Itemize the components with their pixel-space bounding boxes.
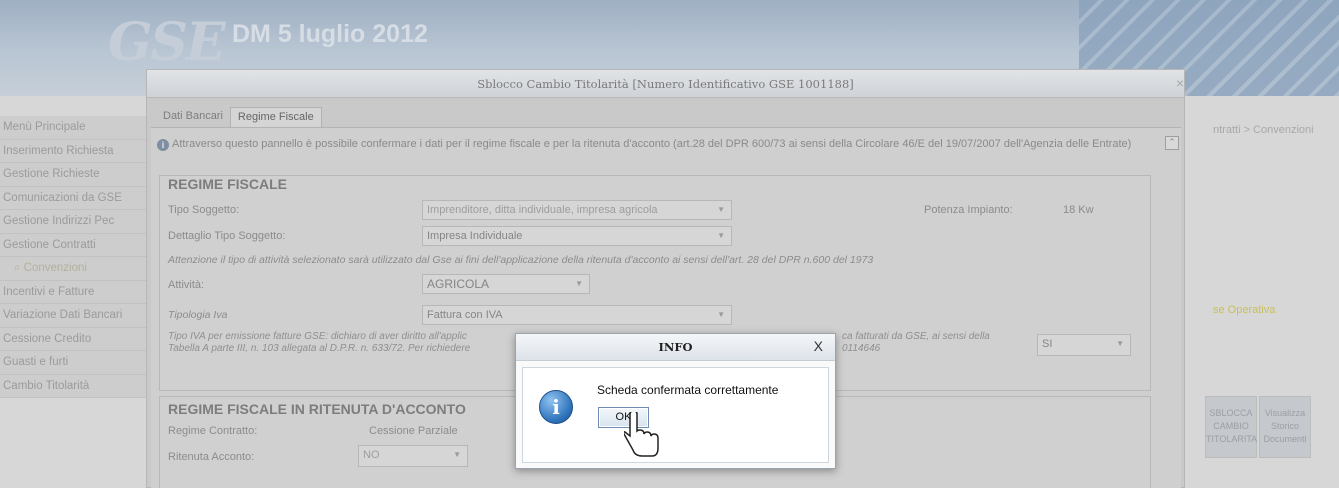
sidebar-item-cambio-titolarita[interactable]: Cambio Titolarità: [0, 374, 148, 398]
search-icon: ⌕: [14, 262, 24, 274]
action-buttons: SBLOCCA CAMBIO TITOLARITA Visualizza Sto…: [1205, 396, 1311, 458]
modal-message: Scheda confermata correttamente: [597, 383, 779, 397]
sidebar-item-gestione-contratti[interactable]: Gestione Contratti: [0, 233, 148, 257]
note-line: 0114646: [842, 343, 881, 354]
attenzione-note: Attenzione il tipo di attività seleziona…: [168, 254, 874, 266]
potenza-label: Potenza Impianto:: [924, 204, 1013, 216]
info-icon: i: [157, 139, 169, 151]
sidebar-item-incentivi[interactable]: Incentivi e Fatture: [0, 280, 148, 304]
potenza-value: 18 Kw: [1063, 204, 1094, 216]
chevron-down-icon: ▼: [717, 205, 725, 214]
info-message: i Attraverso questo pannello è possibile …: [157, 135, 1157, 153]
sidebar-item-gestione-richieste[interactable]: Gestione Richieste: [0, 163, 148, 187]
gse-logo: GSE: [108, 12, 226, 73]
tipo-iva-note: Tipo IVA per emissione fatture GSE: dich…: [168, 331, 518, 355]
attivita-label: Attività:: [168, 279, 205, 291]
sidebar-item-convenzioni[interactable]: ⌕ Convenzioni: [0, 257, 148, 281]
sidebar-item-indirizzi-pec[interactable]: Gestione Indirizzi Pec: [0, 210, 148, 234]
chevron-down-icon: ▼: [717, 231, 725, 240]
ritenuta-select[interactable]: NO ▼: [358, 445, 468, 467]
chevron-down-icon: ▼: [575, 279, 583, 288]
tab-regime-fiscale[interactable]: Regime Fiscale: [229, 107, 322, 127]
modal-body: i Scheda confermata correttamente OK: [522, 367, 829, 463]
note-line: Tabella A parte III, n. 103 allegata al …: [168, 343, 471, 354]
section-title: REGIME FISCALE IN RITENUTA D'ACCONTO: [168, 401, 466, 417]
info-modal: INFO X i Scheda confermata correttamente…: [515, 333, 836, 469]
sidebar-item-guasti[interactable]: Guasti e furti: [0, 351, 148, 375]
breadcrumb[interactable]: ntratti > Convenzioni: [1213, 124, 1314, 136]
tab-dati-bancari[interactable]: Dati Bancari: [156, 107, 230, 127]
info-icon: i: [539, 390, 573, 424]
sblocca-cambio-titolarita-button[interactable]: SBLOCCA CAMBIO TITOLARITA: [1205, 396, 1257, 458]
tipo-soggetto-label: Tipo Soggetto:: [168, 204, 240, 216]
right-area: ntratti > Convenzioni se Operativa SBLOC…: [1185, 96, 1339, 488]
close-icon[interactable]: ×: [1176, 75, 1184, 91]
select-value: Imprenditore, ditta individuale, impresa…: [427, 204, 658, 216]
modal-title: INFO: [516, 334, 835, 361]
sidebar-item-menu-principale[interactable]: Menù Principale: [0, 116, 148, 140]
tab-bar: Dati Bancari Regime Fiscale: [156, 107, 322, 127]
sidebar-item-inserimento-richiesta[interactable]: Inserimento Richiesta: [0, 139, 148, 163]
section-title: REGIME FISCALE: [168, 176, 288, 192]
tipologia-iva-label: Tipologia Iva: [168, 309, 228, 321]
dettaglio-label: Dettaglio Tipo Soggetto:: [168, 230, 286, 242]
chevron-down-icon: ▼: [453, 450, 461, 459]
info-text: Attraverso questo pannello è possibile c…: [172, 138, 1132, 150]
tipo-soggetto-select[interactable]: Imprenditore, ditta individuale, impresa…: [422, 200, 732, 220]
tipo-iva-note-right: ca fatturati da GSE, ai sensi della 0114…: [842, 331, 1042, 355]
sidebar-item-comunicazioni[interactable]: Comunicazioni da GSE: [0, 186, 148, 210]
regime-contratto-value: Cessione Parziale: [369, 425, 458, 437]
chevron-down-icon: ▼: [717, 310, 725, 319]
sidebar: Menù Principale Inserimento Richiesta Ge…: [0, 116, 148, 398]
select-value: NO: [363, 449, 380, 461]
chevron-down-icon: ▼: [1116, 339, 1124, 348]
regime-contratto-label: Regime Contratto:: [168, 425, 258, 437]
app-title: DM 5 luglio 2012: [232, 20, 428, 48]
ritenuta-label: Ritenuta Acconto:: [168, 451, 255, 463]
sidebar-item-dati-bancari[interactable]: Variazione Dati Bancari: [0, 304, 148, 328]
select-value: AGRICOLA: [427, 277, 490, 291]
si-select[interactable]: SI ▼: [1037, 334, 1131, 356]
dialog-title: Sblocco Cambio Titolarità [Numero Identi…: [147, 70, 1184, 98]
sidebar-item-cessione-credito[interactable]: Cessione Credito: [0, 327, 148, 351]
close-icon[interactable]: X: [814, 338, 823, 354]
mouse-cursor-icon: [624, 412, 659, 457]
sede-operativa-label: se Operativa: [1213, 304, 1276, 316]
note-line: ca fatturati da GSE, ai sensi della: [842, 331, 990, 342]
dettaglio-select[interactable]: Impresa Individuale ▼: [422, 226, 732, 246]
visualizza-storico-button[interactable]: Visualizza Storico Documenti: [1259, 396, 1311, 458]
collapse-icon[interactable]: ⌃: [1165, 136, 1179, 150]
note-line: Tipo IVA per emissione fatture GSE: dich…: [168, 331, 467, 342]
attivita-select[interactable]: AGRICOLA ▼: [422, 274, 590, 294]
select-value: SI: [1042, 338, 1053, 350]
sidebar-item-label: Convenzioni: [23, 262, 87, 274]
tipologia-iva-select[interactable]: Fattura con IVA ▼: [422, 305, 732, 325]
select-value: Impresa Individuale: [427, 230, 523, 242]
select-value: Fattura con IVA: [427, 309, 503, 321]
